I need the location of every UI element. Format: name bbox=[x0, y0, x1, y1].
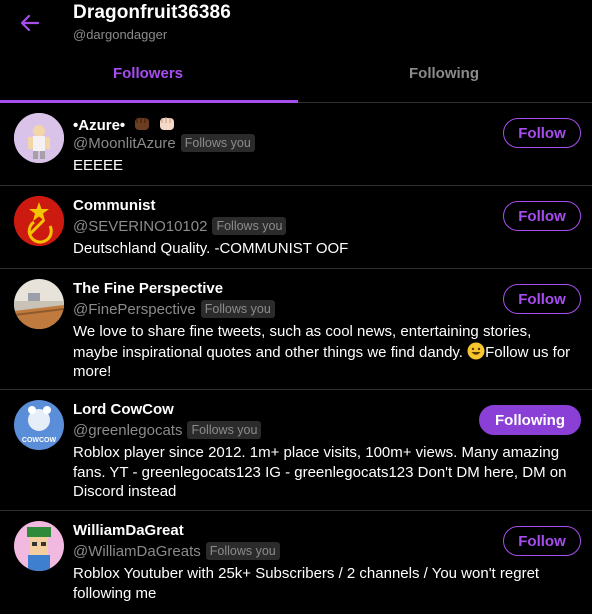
follows-you-badge: Follows you bbox=[205, 542, 280, 560]
profile-handle: @dargondagger bbox=[73, 27, 168, 42]
user-bio: We love to share fine tweets, such as co… bbox=[73, 322, 578, 382]
user-row[interactable]: The Fine Perspective @FinePerspective Fo… bbox=[0, 269, 592, 390]
user-handle-line: @WilliamDaGreats Follows you bbox=[73, 542, 280, 560]
user-bio-text: We love to share fine tweets, such as co… bbox=[73, 323, 532, 361]
follows-you-badge: Follows you bbox=[187, 421, 262, 439]
follows-you-badge: Follows you bbox=[200, 300, 275, 318]
avatar[interactable]: COWCOW bbox=[14, 400, 64, 450]
user-bio: Roblox Youtuber with 25k+ Subscribers / … bbox=[73, 565, 540, 602]
user-handle: @SEVERINO10102 bbox=[73, 217, 208, 235]
user-row[interactable]: •Azure• @MoonlitAzure Follows you EEEEE … bbox=[0, 103, 592, 186]
user-display-name: Communist bbox=[73, 197, 156, 214]
tab-followers-label: Followers bbox=[112, 65, 183, 82]
avatar[interactable] bbox=[14, 113, 64, 163]
follow-tabs: Followers Following bbox=[0, 50, 592, 103]
user-bio: Roblox player since 2012. 1m+ place visi… bbox=[73, 444, 567, 500]
user-display-name: WilliamDaGreat bbox=[73, 522, 184, 539]
follow-button[interactable]: Follow bbox=[503, 284, 581, 314]
tab-followers[interactable]: Followers bbox=[0, 50, 298, 103]
profile-display-name: Dragonfruit36386 bbox=[73, 2, 231, 23]
follows-you-badge: Follows you bbox=[180, 134, 255, 152]
user-bio: Deutschland Quality. -COMMUNIST OOF bbox=[73, 240, 349, 257]
user-handle-line: @FinePerspective Follows you bbox=[73, 300, 275, 318]
user-handle-line: @MoonlitAzure Follows you bbox=[73, 134, 255, 152]
user-display-name: The Fine Perspective bbox=[73, 280, 224, 297]
user-bio: EEEEE bbox=[73, 157, 124, 174]
avatar[interactable] bbox=[14, 279, 64, 329]
follow-button[interactable]: Follow bbox=[503, 118, 581, 148]
follow-button[interactable]: Follow bbox=[503, 201, 581, 231]
follows-you-badge: Follows you bbox=[212, 217, 287, 235]
user-handle: @WilliamDaGreats bbox=[73, 542, 201, 560]
user-handle-line: @greenlegocats Follows you bbox=[73, 421, 262, 439]
avatar[interactable] bbox=[14, 521, 64, 571]
user-row[interactable]: Communist @SEVERINO10102 Follows you Deu… bbox=[0, 186, 592, 269]
following-button[interactable]: Following bbox=[479, 405, 581, 435]
user-handle-line: @SEVERINO10102 Follows you bbox=[73, 217, 287, 235]
grinning-face-icon bbox=[467, 342, 485, 360]
user-handle: @MoonlitAzure bbox=[73, 134, 176, 152]
user-name-text: •Azure• bbox=[73, 117, 126, 134]
tab-following-label: Following bbox=[409, 65, 479, 82]
user-row[interactable]: WilliamDaGreat @WilliamDaGreats Follows … bbox=[0, 511, 592, 614]
user-display-name: Lord CowCow bbox=[73, 401, 174, 418]
back-arrow-icon[interactable] bbox=[18, 11, 42, 35]
user-handle: @FinePerspective bbox=[73, 300, 196, 318]
avatar[interactable] bbox=[14, 196, 64, 246]
profile-header: Dragonfruit36386 @dargondagger bbox=[0, 0, 592, 50]
tab-following[interactable]: Following bbox=[296, 50, 592, 102]
user-row[interactable]: COWCOW Lord CowCow @greenlegocats Follow… bbox=[0, 390, 592, 511]
follow-button[interactable]: Follow bbox=[503, 526, 581, 556]
avatar-text: COWCOW bbox=[22, 437, 57, 444]
user-handle: @greenlegocats bbox=[73, 421, 183, 439]
